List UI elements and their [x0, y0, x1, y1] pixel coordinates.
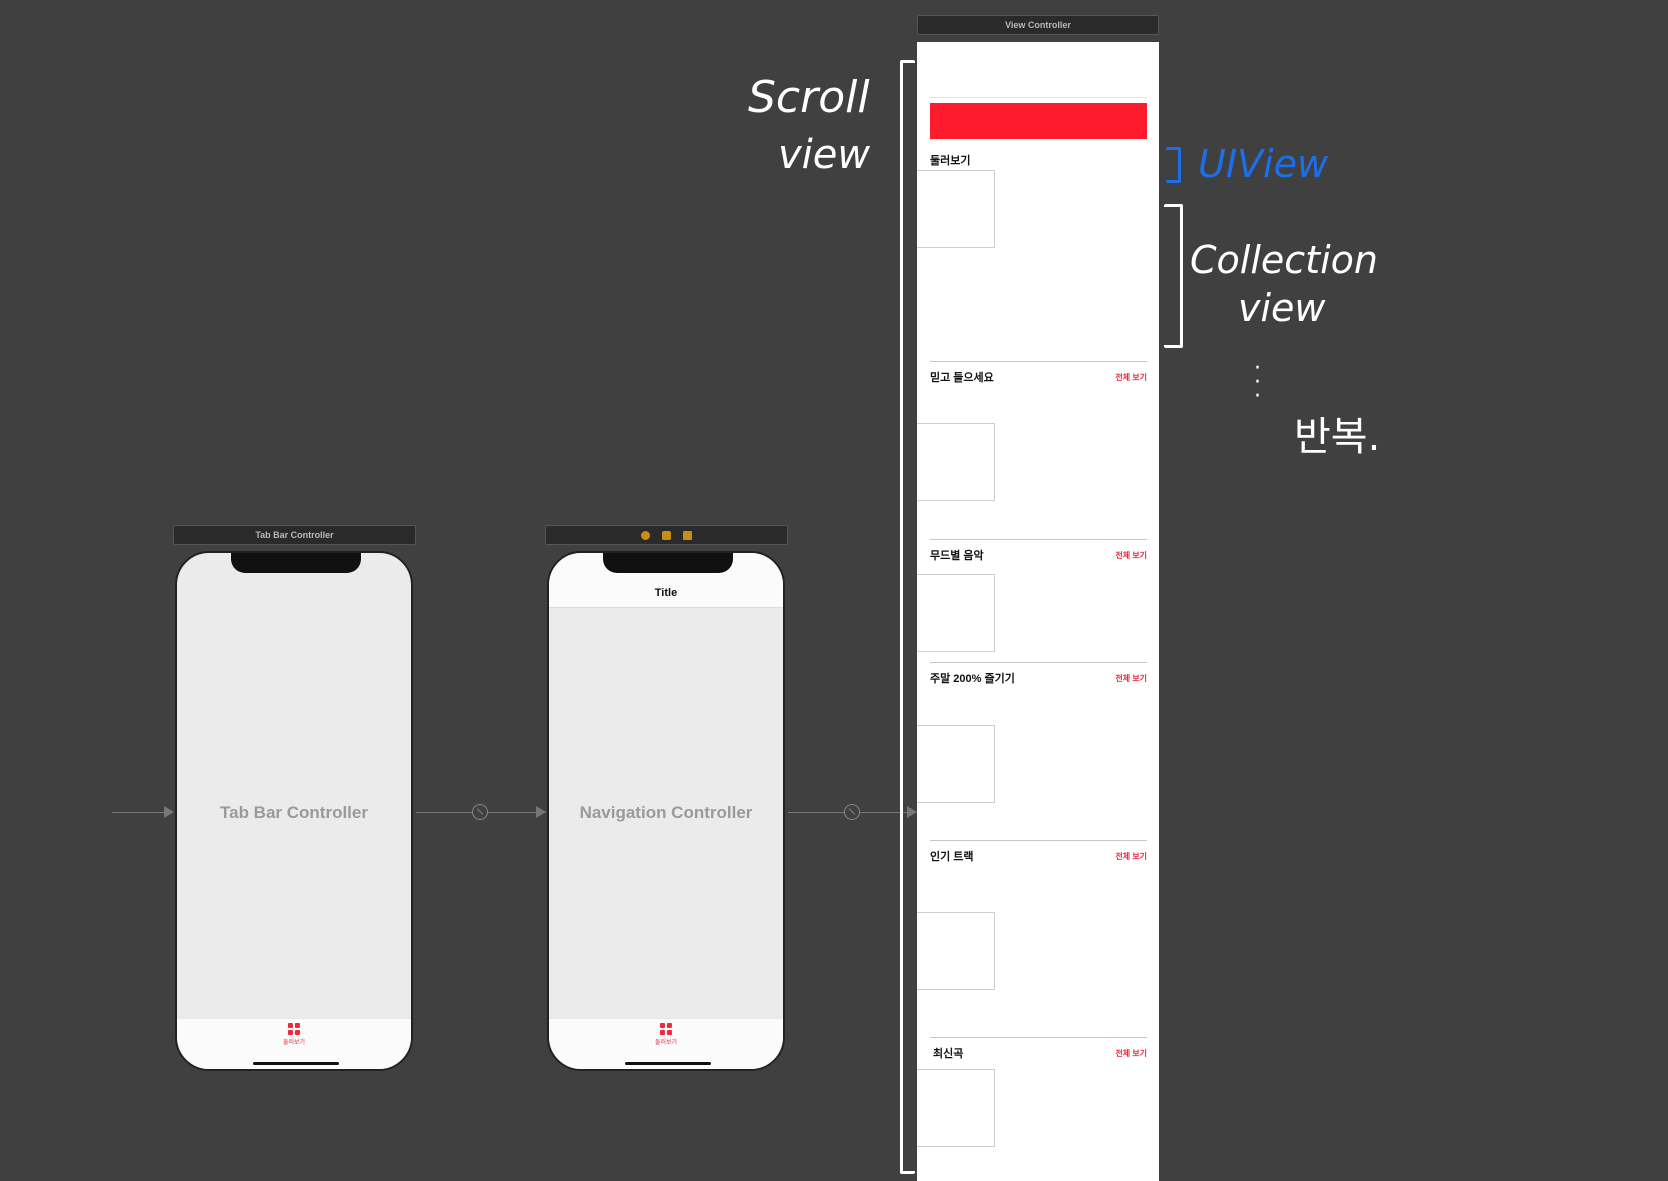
tab-item-browse[interactable]: 둘러보기 [655, 1023, 677, 1046]
see-all-button[interactable]: 전체 보기 [1115, 372, 1147, 383]
section-title: 인기 트랙 [930, 851, 974, 863]
section-title: 둘러보기 [930, 155, 971, 167]
see-all-button[interactable]: 전체 보기 [1115, 851, 1147, 862]
ui-view-bracket [1166, 147, 1181, 183]
collection-view-cell[interactable] [917, 423, 995, 501]
scroll-view-bracket [900, 60, 915, 1174]
section-divider [930, 539, 1147, 540]
tab-bar-scene-title: Tab Bar Controller [255, 530, 334, 540]
segue-arrow-icon [536, 806, 546, 818]
tab-bar-controller-phone[interactable]: Tab Bar Controller 둘러보기 [175, 551, 413, 1071]
grid-icon [288, 1023, 300, 1035]
nav-title: Title [654, 587, 678, 599]
repeat-dots: · · · [1254, 356, 1261, 409]
banner-uiview[interactable] [930, 103, 1147, 139]
scroll-view-annotation-line1: Scroll [748, 72, 870, 123]
grid-icon [660, 1023, 672, 1035]
section-title: 무드별 음악 [930, 550, 984, 562]
device-notch [231, 553, 361, 573]
section-title: 최신곡 [933, 1048, 964, 1060]
home-indicator [625, 1062, 711, 1065]
collection-view-bracket [1164, 204, 1183, 348]
tab-item-label: 둘러보기 [282, 1039, 306, 1046]
see-all-button[interactable]: 전체 보기 [1115, 1048, 1147, 1059]
ui-view-annotation: UIView [1198, 142, 1329, 186]
collection-view-cell[interactable] [917, 170, 995, 248]
scene-dock-icons [641, 530, 692, 540]
tab-bar: 둘러보기 [177, 1018, 411, 1069]
scroll-view-annotation-line2: view [778, 132, 871, 178]
home-indicator [253, 1062, 339, 1065]
section-divider [930, 1037, 1147, 1038]
view-controller-scene-header[interactable]: View Controller [917, 15, 1159, 35]
view-controller-canvas[interactable]: 둘러보기 믿고 들으세요 전체 보기 무드별 음악 전체 보기 주말 200% … [917, 42, 1159, 1181]
relationship-segue-icon[interactable] [844, 804, 860, 820]
tab-item-browse[interactable]: 둘러보기 [283, 1023, 305, 1046]
tab-bar-controller-label: Tab Bar Controller [220, 803, 368, 822]
device-notch [603, 553, 733, 573]
nav-scene-header[interactable] [545, 525, 788, 545]
initial-segue-line [112, 812, 168, 813]
view-controller-icon[interactable] [641, 530, 650, 540]
tab-item-label: 둘러보기 [654, 1039, 678, 1046]
view-controller-scene-title: View Controller [1005, 20, 1071, 30]
collection-view-cell[interactable] [917, 912, 995, 990]
tab-bar: 둘러보기 [549, 1018, 783, 1069]
navigation-controller-label: Navigation Controller [579, 803, 753, 822]
section-divider [930, 840, 1147, 841]
section-divider [930, 662, 1147, 663]
collection-view-annotation-line2: view [1238, 286, 1326, 330]
tab-bar-scene-header[interactable]: Tab Bar Controller [173, 525, 416, 545]
collection-view-cell[interactable] [917, 1069, 995, 1147]
initial-segue-arrow-icon [164, 806, 174, 818]
exit-icon[interactable] [683, 530, 692, 540]
see-all-button[interactable]: 전체 보기 [1115, 673, 1147, 684]
section-title: 주말 200% 즐기기 [930, 673, 1015, 685]
first-responder-icon[interactable] [662, 530, 671, 540]
relationship-segue-icon[interactable] [472, 804, 488, 820]
section-title: 믿고 들으세요 [930, 372, 994, 384]
collection-view-cell[interactable] [917, 725, 995, 803]
see-all-button[interactable]: 전체 보기 [1115, 550, 1147, 561]
navigation-controller-phone[interactable]: Title Navigation Controller 둘러보기 [547, 551, 785, 1071]
section-divider [930, 361, 1147, 362]
collection-view-cell[interactable] [917, 574, 995, 652]
repeat-annotation: 반복. [1294, 414, 1381, 460]
collection-view-annotation-line1: Collection [1190, 238, 1378, 282]
nav-bar-divider [929, 97, 1147, 98]
